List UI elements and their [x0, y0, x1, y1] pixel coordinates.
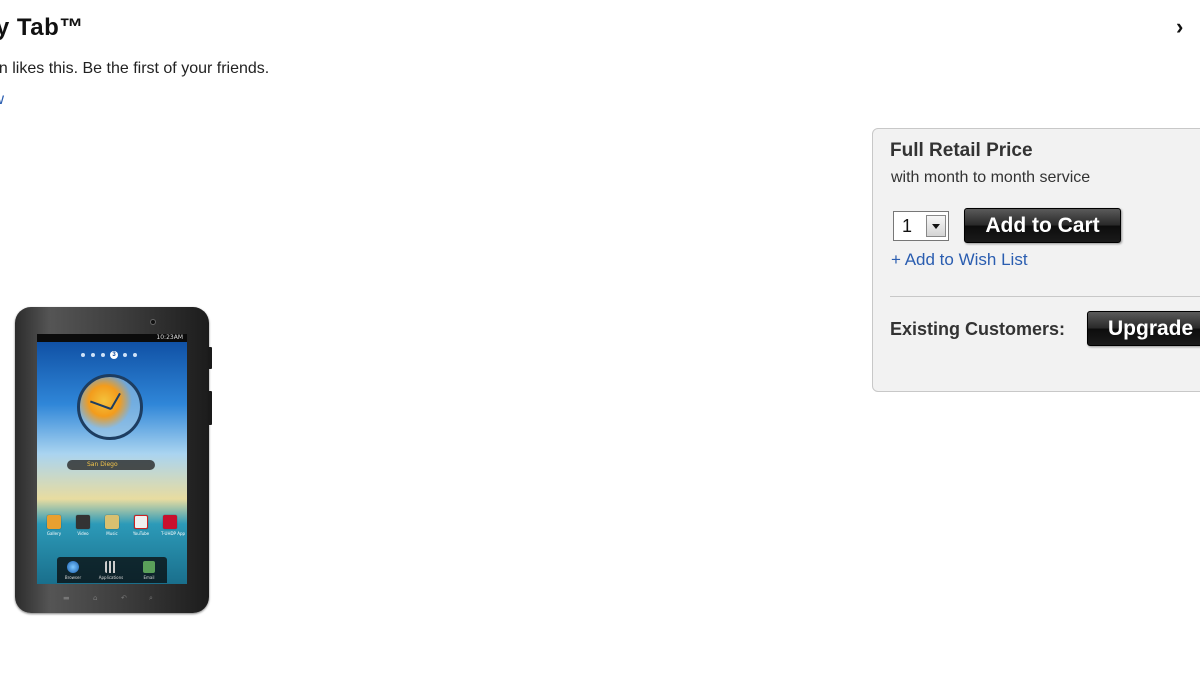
gallery-app-icon: Gallery — [45, 515, 63, 536]
weather-city: San Diego — [87, 461, 118, 468]
purchase-panel: Full Retail Price with month to month se… — [872, 128, 1200, 392]
divider — [890, 296, 1200, 297]
review-link[interactable]: iew — [0, 91, 4, 109]
app-row: Gallery Video Music YouTube T-UHDP App — [37, 515, 187, 541]
tablet-hardware-buttons: ▬ ⌂ ↶ ⌕ — [63, 594, 163, 602]
add-to-cart-button[interactable]: Add to Cart — [964, 208, 1121, 243]
music-app-icon: Music — [103, 515, 121, 536]
home-hw-icon: ⌂ — [93, 594, 98, 602]
service-note: with month to month service — [891, 169, 1091, 186]
product-page: xy Tab™ › on likes this. Be the first of… — [0, 0, 1200, 675]
page-dot — [133, 353, 137, 357]
power-button — [208, 347, 212, 369]
page-dot — [123, 353, 127, 357]
home-page-indicator: 3 — [81, 351, 143, 359]
price-label: Full Retail Price — [890, 140, 1033, 161]
clock-minute-hand — [89, 400, 112, 410]
youtube-app-icon: YouTube — [132, 515, 150, 536]
weather-widget: San Diego — [67, 460, 155, 470]
clock-widget-icon — [77, 374, 143, 440]
back-hw-icon: ↶ — [121, 594, 127, 602]
status-time: 10:23AM — [156, 334, 183, 341]
page-dot — [101, 353, 105, 357]
carrier-app-icon: T-UHDP App — [161, 515, 185, 536]
quantity-select[interactable]: 1 — [893, 211, 949, 241]
page-dot — [91, 353, 95, 357]
product-image-tablet[interactable]: 10:23AM 3 San Diego Gallery Video Music … — [15, 307, 212, 613]
add-to-wishlist-link[interactable]: + Add to Wish List — [891, 250, 1028, 270]
search-hw-icon: ⌕ — [149, 594, 153, 602]
chevron-down-icon[interactable] — [926, 215, 946, 237]
product-title: xy Tab™ — [0, 14, 84, 41]
page-dot-active: 3 — [110, 351, 118, 359]
status-bar: 10:23AM — [37, 334, 187, 342]
quantity-value: 1 — [902, 216, 913, 236]
app-dock: Browser Applications Email — [57, 557, 167, 583]
volume-button — [208, 391, 212, 425]
email-app-icon: Email — [135, 561, 163, 580]
upgrade-button[interactable]: Upgrade — [1087, 311, 1200, 346]
browser-app-icon: Browser — [59, 561, 87, 580]
existing-customers-label: Existing Customers: — [890, 319, 1066, 339]
social-like-text: on likes this. Be the first of your frie… — [0, 60, 270, 77]
applications-grid-icon: Applications — [97, 561, 125, 580]
page-dot — [81, 353, 85, 357]
menu-hw-icon: ▬ — [63, 594, 70, 602]
next-product-arrow-icon[interactable]: › — [1176, 14, 1183, 40]
clock-hour-hand — [110, 392, 121, 410]
video-app-icon: Video — [74, 515, 92, 536]
tablet-screen: 10:23AM 3 San Diego Gallery Video Music … — [37, 334, 187, 584]
front-camera — [150, 319, 156, 325]
